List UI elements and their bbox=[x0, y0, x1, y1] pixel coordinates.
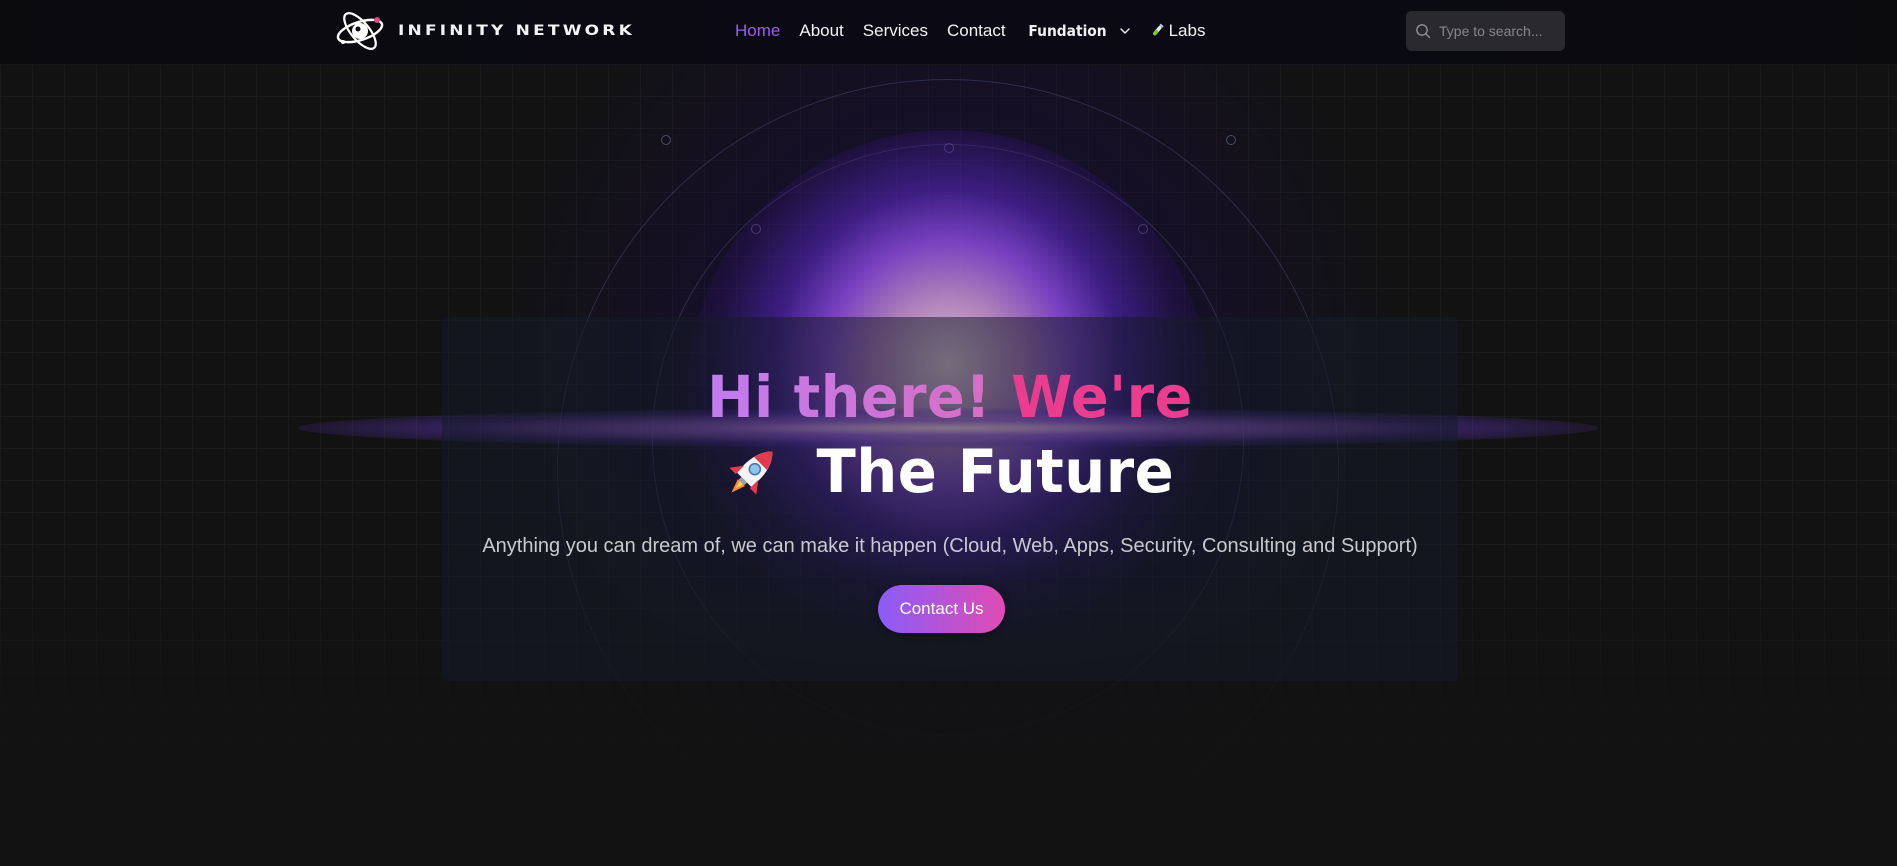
brand-name: Infinity Network bbox=[398, 22, 635, 40]
nav-labs[interactable]: Labs bbox=[1149, 21, 1206, 41]
search-icon bbox=[1416, 24, 1431, 39]
main-nav: Home About Services Contact Fundation La… bbox=[735, 0, 1205, 62]
hero-card: Hi there! We're The Future Anything you … bbox=[442, 317, 1458, 681]
nav-services[interactable]: Services bbox=[863, 21, 928, 41]
hero-subtitle: Anything you can dream of, we can make i… bbox=[482, 535, 1418, 557]
hero-title-line-2: The Future bbox=[442, 439, 1458, 505]
nav-about[interactable]: About bbox=[799, 21, 843, 41]
nav-fundation-label: Fundation bbox=[1027, 22, 1107, 40]
nav-fundation-dropdown[interactable]: Fundation bbox=[1025, 22, 1131, 40]
nav-contact[interactable]: Contact bbox=[947, 21, 1006, 41]
contact-us-button[interactable]: Contact Us bbox=[878, 585, 1005, 633]
hero-title-greeting: Hi there! bbox=[707, 363, 992, 431]
hero-title-line-1: Hi there! We're bbox=[462, 365, 1437, 429]
search-input[interactable] bbox=[1437, 22, 1561, 40]
search-box[interactable] bbox=[1406, 11, 1565, 51]
page: Infinity Network Home About Services Con… bbox=[0, 0, 1897, 866]
hero-title-were: We're bbox=[1011, 363, 1193, 431]
brand[interactable]: Infinity Network bbox=[334, 6, 635, 56]
navbar: Infinity Network Home About Services Con… bbox=[0, 0, 1897, 65]
nav-labs-label: Labs bbox=[1168, 21, 1206, 40]
flask-icon bbox=[1152, 23, 1164, 36]
planet-orbit-logo-icon bbox=[336, 12, 384, 50]
nav-home[interactable]: Home bbox=[735, 21, 780, 41]
chevron-down-icon bbox=[1119, 28, 1130, 34]
hero-title-future: The Future bbox=[816, 437, 1174, 507]
rocket-icon bbox=[729, 451, 773, 495]
